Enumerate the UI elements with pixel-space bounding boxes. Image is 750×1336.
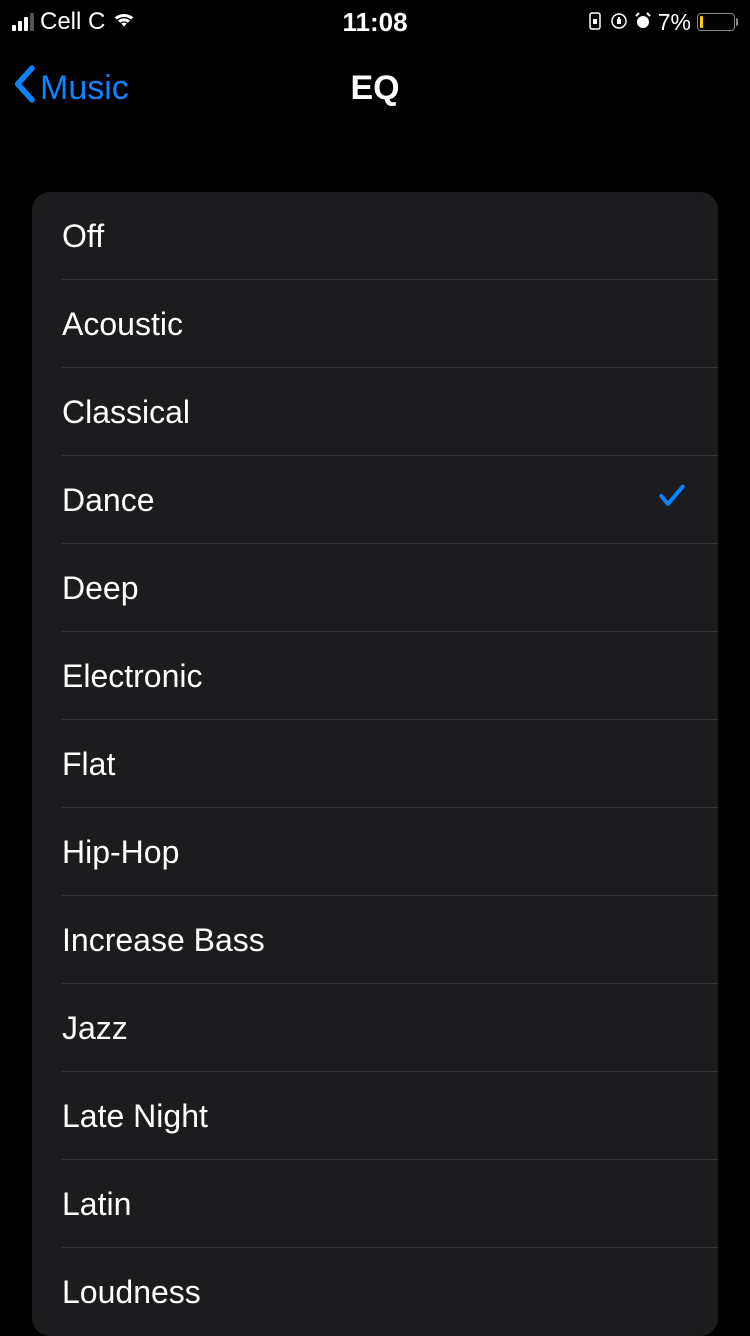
eq-option-deep[interactable]: Deep (32, 544, 718, 632)
checkmark-icon (656, 480, 688, 520)
eq-option-acoustic[interactable]: Acoustic (32, 280, 718, 368)
eq-option-flat[interactable]: Flat (32, 720, 718, 808)
eq-option-label: Classical (62, 394, 190, 431)
eq-option-label: Late Night (62, 1098, 208, 1135)
portrait-lock-icon (586, 9, 604, 36)
eq-option-loudness[interactable]: Loudness (32, 1248, 718, 1336)
status-time: 11:08 (342, 7, 407, 38)
eq-option-label: Increase Bass (62, 922, 265, 959)
carrier-label: Cell C (40, 8, 105, 36)
eq-option-label: Latin (62, 1186, 131, 1223)
orientation-lock-icon (610, 9, 628, 36)
eq-list: Off Acoustic Classical Dance Deep Electr… (32, 192, 718, 1336)
eq-option-label: Loudness (62, 1274, 201, 1311)
status-right: 7% (586, 9, 738, 36)
battery-percent-label: 7% (658, 9, 691, 36)
status-left: Cell C (12, 8, 137, 36)
cellular-signal-icon (12, 13, 34, 31)
eq-option-label: Deep (62, 570, 139, 607)
wifi-icon (111, 8, 137, 36)
eq-option-label: Jazz (62, 1010, 128, 1047)
alarm-icon (634, 9, 652, 36)
eq-option-increase-bass[interactable]: Increase Bass (32, 896, 718, 984)
eq-option-label: Electronic (62, 658, 203, 695)
eq-option-label: Hip-Hop (62, 834, 179, 871)
eq-option-label: Off (62, 218, 104, 255)
eq-option-dance[interactable]: Dance (32, 456, 718, 544)
status-bar: Cell C 11:08 7% (0, 0, 750, 44)
back-button[interactable]: Music (12, 65, 129, 112)
navigation-bar: Music EQ (0, 44, 750, 132)
eq-option-hip-hop[interactable]: Hip-Hop (32, 808, 718, 896)
eq-option-classical[interactable]: Classical (32, 368, 718, 456)
eq-option-late-night[interactable]: Late Night (32, 1072, 718, 1160)
eq-option-label: Acoustic (62, 306, 183, 343)
battery-icon (697, 13, 738, 31)
eq-option-electronic[interactable]: Electronic (32, 632, 718, 720)
eq-option-off[interactable]: Off (32, 192, 718, 280)
eq-option-jazz[interactable]: Jazz (32, 984, 718, 1072)
chevron-left-icon (12, 65, 36, 112)
eq-option-label: Dance (62, 482, 155, 519)
back-label: Music (40, 69, 129, 108)
page-title: EQ (350, 69, 399, 108)
eq-option-label: Flat (62, 746, 115, 783)
eq-option-latin[interactable]: Latin (32, 1160, 718, 1248)
